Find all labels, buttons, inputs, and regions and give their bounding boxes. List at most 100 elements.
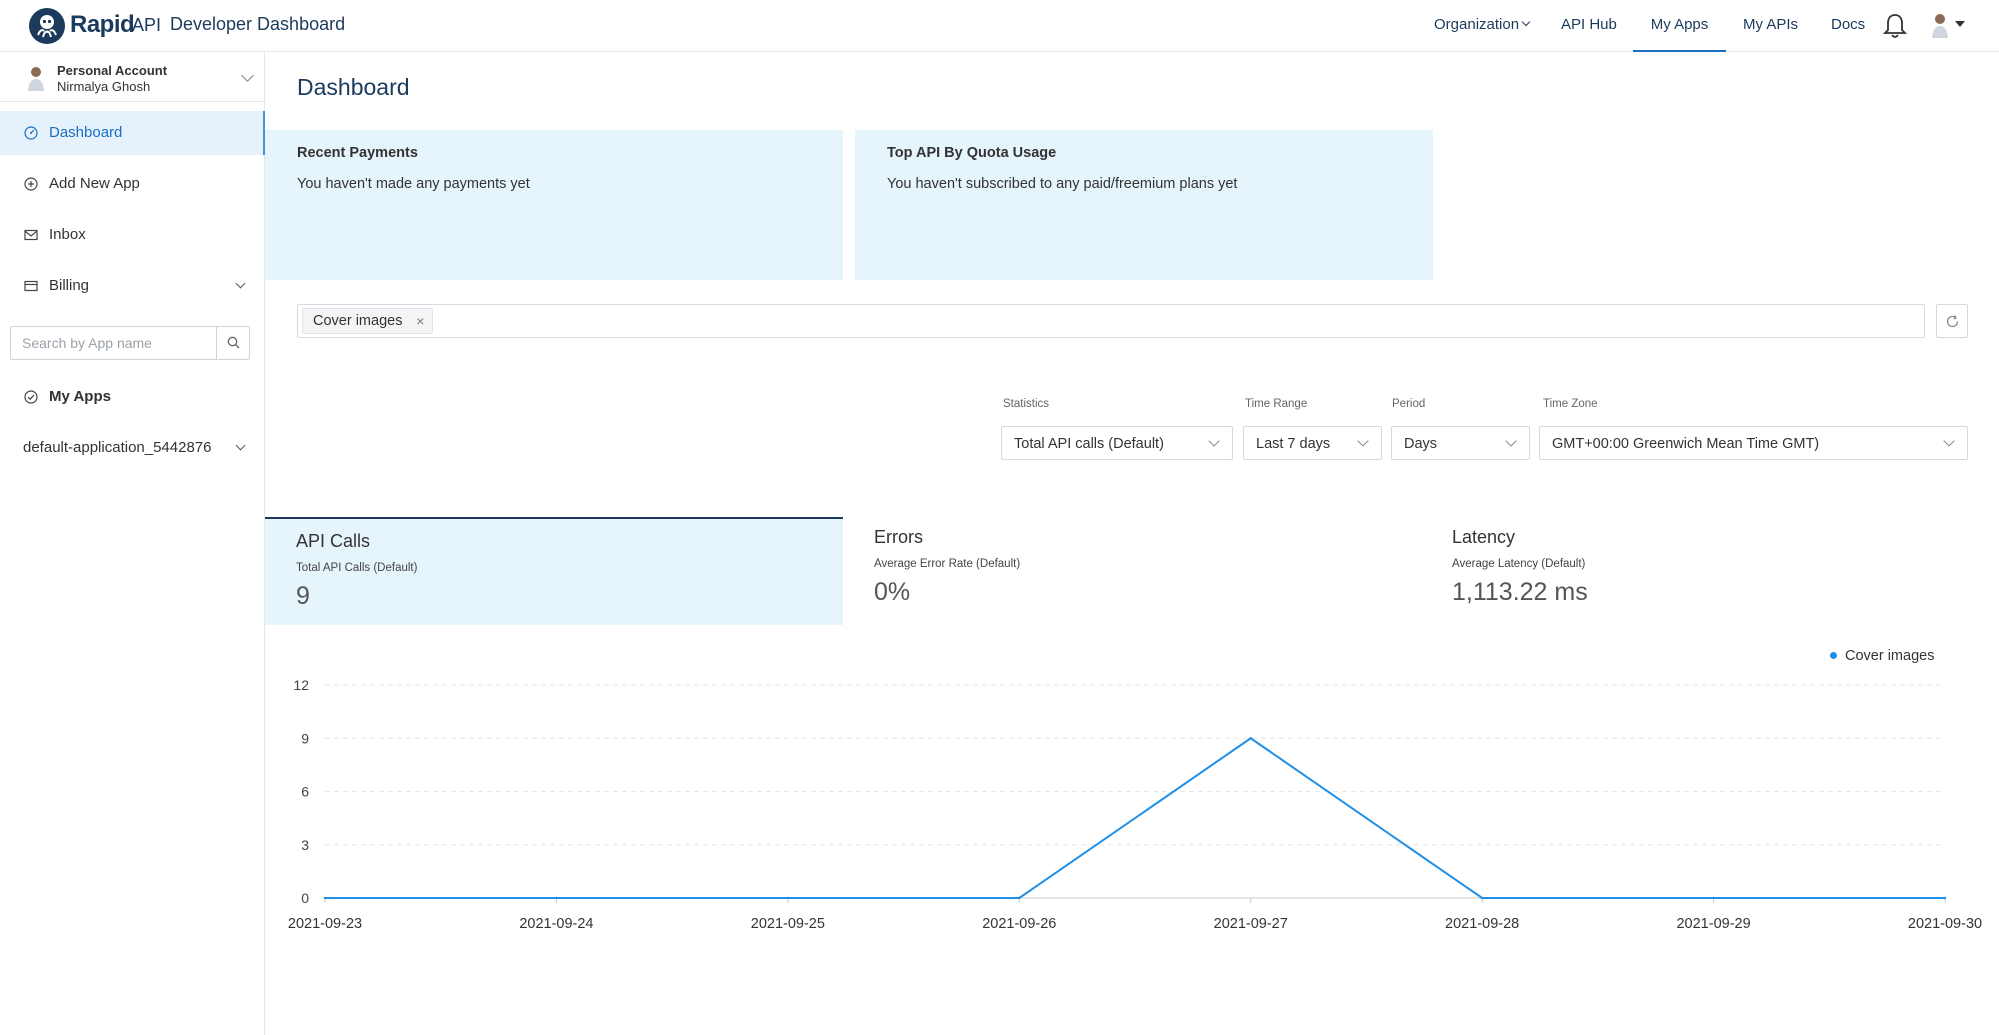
sidebar-item-label: Add New App	[49, 175, 140, 192]
data-point	[1018, 896, 1021, 900]
nav-organization[interactable]: Organization	[1434, 0, 1531, 52]
chevron-down-icon	[1505, 435, 1517, 447]
nav-docs[interactable]: Docs	[1831, 0, 1865, 52]
bell-icon[interactable]	[1882, 12, 1908, 40]
sidebar: Personal Account Nirmalya Ghosh Dashboar…	[0, 52, 265, 1035]
app-name: default-application_5442876	[23, 439, 212, 456]
time-range-select[interactable]: Last 7 days	[1243, 426, 1382, 460]
time-zone-value: GMT+00:00 Greenwich Mean Time GMT)	[1552, 436, 1820, 452]
caret-down-icon[interactable]	[1955, 21, 1965, 27]
credit-card-icon	[24, 280, 38, 292]
time-range-value: Last 7 days	[1256, 436, 1331, 452]
time-range-label: Time Range	[1245, 398, 1308, 410]
series-line	[325, 737, 1945, 899]
metric-errors[interactable]: Errors Average Error Rate (Default) 0%	[843, 517, 1421, 625]
y-tick-label: 6	[301, 784, 309, 800]
app-title: Developer Dashboard	[170, 14, 346, 34]
my-apps-heading: My Apps	[0, 376, 265, 416]
period-value: Days	[1404, 436, 1438, 452]
metric-api-calls[interactable]: API Calls Total API Calls (Default) 9	[265, 517, 843, 625]
metric-subtitle: Average Error Rate (Default)	[874, 558, 1021, 570]
y-tick-label: 9	[301, 730, 309, 746]
x-tick-label: 2021-09-27	[1214, 916, 1288, 932]
my-apps-label: My Apps	[49, 388, 111, 405]
metric-title: Latency	[1452, 527, 1516, 547]
data-point	[786, 896, 790, 900]
statistics-value: Total API calls (Default)	[1014, 436, 1164, 452]
metric-value: 9	[296, 582, 310, 610]
search-icon	[227, 336, 240, 349]
sidebar-item-billing[interactable]: Billing	[0, 264, 265, 308]
account-avatar	[28, 67, 44, 91]
time-zone-label: Time Zone	[1543, 398, 1598, 410]
chevron-down-icon	[235, 440, 246, 451]
sidebar-item-add-new-app[interactable]: Add New App	[0, 162, 265, 206]
refresh-button[interactable]	[1936, 304, 1968, 338]
data-point	[1712, 896, 1715, 900]
x-tick-label: 2021-09-26	[982, 916, 1056, 932]
chevron-down-icon	[1943, 435, 1955, 447]
sidebar-item-label: Inbox	[49, 226, 86, 243]
y-tick-label: 12	[293, 677, 309, 693]
x-tick-label: 2021-09-28	[1445, 916, 1519, 932]
metric-value: 0%	[874, 578, 911, 606]
api-tag[interactable]: Cover images ×	[302, 308, 434, 334]
chevron-down-icon	[1357, 435, 1369, 447]
card-title: Recent Payments	[297, 145, 418, 161]
data-point	[1480, 896, 1484, 900]
app-item-default-application[interactable]: default-application_5442876	[0, 427, 265, 467]
metric-latency[interactable]: Latency Average Latency (Default) 1,113.…	[1421, 517, 1999, 625]
card-text: You haven't made any payments yet	[297, 176, 530, 192]
brand-suffix[interactable]: API	[132, 15, 161, 36]
x-tick-label: 2021-09-30	[1908, 916, 1982, 932]
x-tick-label: 2021-09-29	[1676, 916, 1750, 932]
account-name: Nirmalya Ghosh	[57, 79, 151, 94]
nav-my-apis[interactable]: My APIs	[1743, 0, 1798, 52]
refresh-icon	[1946, 315, 1959, 328]
check-circle-icon	[24, 390, 38, 404]
api-filter-input[interactable]: Cover images ×	[297, 304, 1925, 338]
app-search	[10, 326, 250, 360]
top-bar: Rapid API Developer Dashboard Organizati…	[0, 0, 1999, 52]
top-api-quota-card: Top API By Quota Usage You haven't subsc…	[855, 130, 1433, 280]
recent-payments-card: Recent Payments You haven't made any pay…	[265, 130, 843, 280]
plus-circle-icon	[24, 177, 38, 191]
nav-organization-label: Organization	[1434, 16, 1520, 33]
sidebar-item-label: Billing	[49, 277, 90, 294]
x-tick-label: 2021-09-25	[751, 916, 825, 932]
close-icon[interactable]: ×	[416, 309, 424, 333]
sidebar-item-dashboard[interactable]: Dashboard	[0, 111, 265, 155]
data-point	[1943, 896, 1947, 900]
brand-name[interactable]: Rapid	[70, 11, 135, 39]
y-tick-label: 3	[301, 837, 309, 853]
chevron-down-icon	[241, 69, 254, 82]
card-text: You haven't subscribed to any paid/freem…	[887, 176, 1238, 192]
y-tick-label: 0	[301, 890, 309, 906]
search-input[interactable]	[11, 327, 216, 359]
mail-icon	[24, 229, 38, 241]
metric-subtitle: Total API Calls (Default)	[296, 562, 418, 574]
api-tag-label: Cover images	[313, 313, 403, 329]
rapidapi-logo-icon[interactable]	[28, 7, 66, 45]
statistics-select[interactable]: Total API calls (Default)	[1001, 426, 1233, 460]
chevron-down-icon	[1208, 435, 1220, 447]
data-point	[1249, 737, 1252, 740]
page-title: Dashboard	[297, 74, 410, 100]
period-select[interactable]: Days	[1391, 426, 1530, 460]
api-calls-chart: 0 3 6 9 12 2021-09-23 2021-09-24 2021-09-25 2021…	[288, 677, 1982, 932]
sidebar-item-inbox[interactable]: Inbox	[0, 213, 265, 257]
account-type: Personal Account	[57, 63, 168, 78]
statistics-label: Statistics	[1003, 398, 1050, 410]
dashboard-icon	[24, 126, 38, 140]
card-title: Top API By Quota Usage	[887, 145, 1057, 161]
time-zone-select[interactable]: GMT+00:00 Greenwich Mean Time GMT)	[1539, 426, 1968, 460]
nav-my-apps[interactable]: My Apps	[1633, 0, 1726, 52]
account-switcher[interactable]: Personal Account Nirmalya Ghosh	[0, 52, 265, 102]
nav-api-hub[interactable]: API Hub	[1561, 0, 1617, 52]
x-tick-label: 2021-09-23	[288, 916, 362, 932]
user-avatar[interactable]	[1930, 12, 1950, 38]
metric-title: Errors	[874, 527, 923, 547]
data-point	[323, 896, 327, 900]
metric-value: 1,113.22 ms	[1452, 578, 1588, 606]
search-button[interactable]	[216, 327, 249, 359]
